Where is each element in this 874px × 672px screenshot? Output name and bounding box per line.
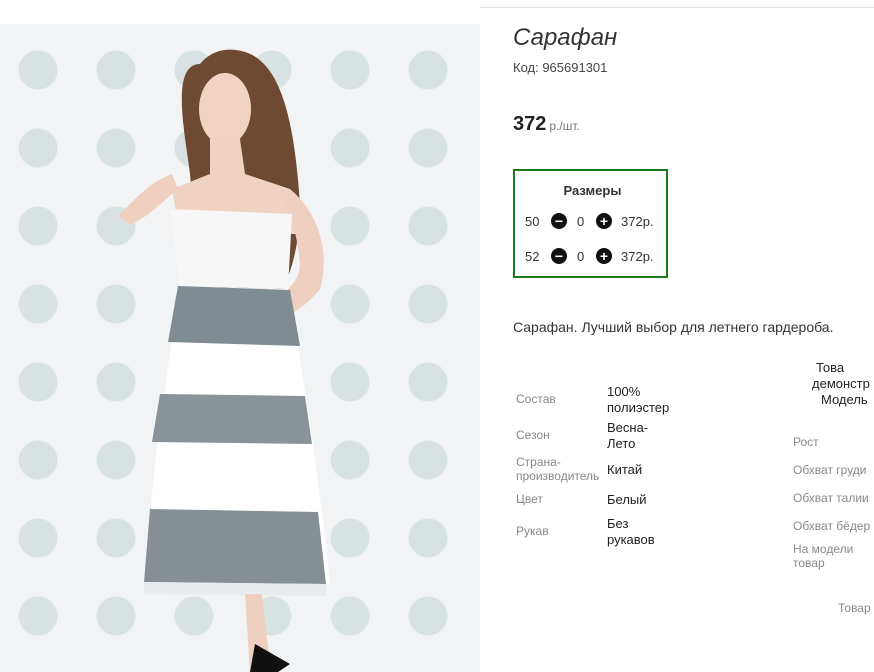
plus-circle-icon[interactable]: +: [596, 213, 612, 229]
spec-value: Без рукавов: [607, 516, 655, 547]
spec-value: 100% полиэстер: [607, 384, 670, 415]
size-value: 50: [525, 214, 540, 229]
model-caption-line: Това: [816, 360, 845, 375]
model-param-label: Обхват груди: [793, 463, 867, 477]
sizes-header: Размеры: [563, 183, 622, 198]
spec-label: Цвет: [516, 492, 543, 506]
spec-label: Страна-производитель: [516, 455, 600, 483]
spec-value: Весна-Лето: [607, 420, 649, 451]
size-price: 372р.: [621, 249, 654, 264]
price-unit: р./шт.: [549, 119, 580, 133]
model-param-label: Рост: [793, 435, 819, 449]
size-price: 372р.: [621, 214, 654, 229]
product-photo[interactable]: [0, 24, 480, 672]
spec-value: Белый: [607, 492, 647, 507]
minus-circle-icon[interactable]: −: [551, 248, 567, 264]
product-description: Сарафан. Лучший выбор для летнего гардер…: [513, 319, 834, 335]
sizes-box: Размеры 50 − 0 + 372р. 52 − 0 + 372р.: [513, 169, 668, 278]
product-title: Сарафан: [513, 24, 618, 51]
minus-circle-icon[interactable]: −: [551, 213, 567, 229]
price-value: 372: [513, 113, 547, 135]
model-in-dress-image: [118, 49, 330, 672]
spec-label: Сезон: [516, 428, 550, 442]
plus-circle-icon[interactable]: +: [596, 248, 612, 264]
spec-label: Рукав: [516, 524, 549, 538]
product-code: Код: 965691301: [513, 60, 608, 75]
product-price: 372 р./шт.: [513, 113, 580, 136]
quantity-value: 0: [577, 214, 585, 229]
quantity-value: 0: [577, 249, 585, 264]
size-value: 52: [525, 249, 540, 264]
spec-label: Состав: [516, 392, 556, 406]
model-param-label: Обхват бёдер: [793, 519, 871, 533]
model-footer-label: Товар: [838, 601, 871, 615]
top-divider: [480, 7, 874, 8]
model-param-label: Обхват талии: [793, 491, 869, 505]
model-param-label: На модели товар: [793, 542, 854, 570]
spec-value: Китай: [607, 462, 643, 477]
model-caption-line: демонстр: [812, 376, 870, 391]
model-caption-line: Модель: [821, 392, 868, 407]
